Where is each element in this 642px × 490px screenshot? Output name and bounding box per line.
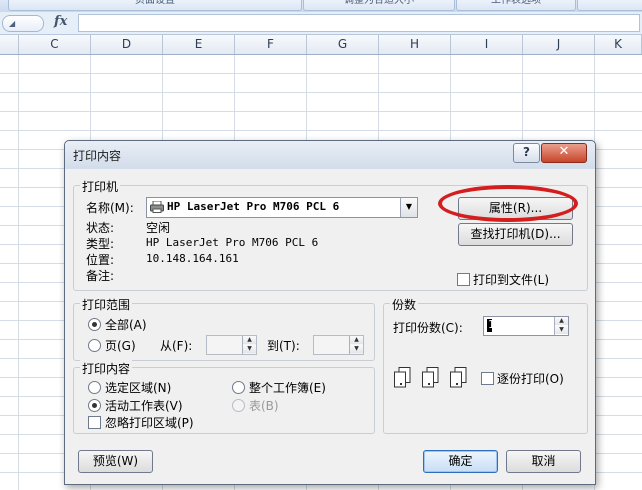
print-to-file-label[interactable]: 打印到文件(L) — [473, 271, 549, 288]
column-header-e[interactable]: E — [163, 35, 235, 54]
column-header-k[interactable]: K — [595, 35, 642, 54]
formula-bar: ◢ fx — [0, 12, 642, 35]
printer-name-select[interactable]: HP LaserJet Pro M706 PCL 6 ▼ — [146, 197, 418, 218]
selection-radio[interactable] — [88, 381, 101, 394]
printer-name-label: 名称(M): — [86, 201, 134, 215]
column-header-blank[interactable] — [0, 35, 19, 54]
range-pages-radio[interactable] — [88, 339, 101, 352]
chevron-down-icon[interactable]: ▼ — [350, 345, 363, 353]
copies-label: 打印份数(C): — [393, 321, 463, 335]
ok-button[interactable]: 确定 — [423, 450, 498, 473]
collate-label[interactable]: 逐份打印(O) — [497, 370, 564, 387]
copies-group-label: 份数 — [390, 296, 419, 313]
range-all-label[interactable]: 全部(A) — [105, 316, 147, 333]
range-from-label: 从(F): — [160, 339, 193, 353]
range-from-stepper[interactable]: ▲ ▼ — [206, 335, 257, 355]
table-label: 表(B) — [249, 399, 279, 413]
column-header-j[interactable]: J — [523, 35, 595, 54]
highlight-oval — [438, 185, 578, 222]
preview-button[interactable]: 预览(W) — [78, 450, 153, 473]
cancel-button[interactable]: 取消 — [506, 450, 581, 473]
printer-where-label: 位置: — [86, 253, 115, 267]
printer-group-label: 打印机 — [80, 178, 121, 195]
printer-status-value: 空闲 — [146, 221, 171, 235]
collate-page-icon — [394, 367, 411, 388]
ribbon-button-sheet-options[interactable]: 工作表选项 — [456, 0, 576, 11]
column-header-d[interactable]: D — [91, 35, 163, 54]
chevron-down-icon[interactable]: ▼ — [400, 198, 417, 217]
table-radio — [232, 399, 245, 412]
dialog-title: 打印内容 — [73, 149, 122, 163]
print-range-label: 打印范围 — [80, 296, 133, 313]
copies-group: 份数 打印份数(C): 1 ▲ ▼ 逐份打印(O) — [383, 296, 588, 434]
find-printer-button[interactable]: 查找打印机(D)... — [458, 223, 573, 246]
chevron-up-icon[interactable]: ▲ — [350, 336, 363, 344]
help-button[interactable]: ? — [513, 143, 540, 163]
range-to-stepper[interactable]: ▲ ▼ — [313, 335, 364, 355]
range-to-label: 到(T): — [267, 339, 300, 353]
printer-comment-label: 备注: — [86, 269, 115, 283]
printer-name-value: HP LaserJet Pro M706 PCL 6 — [167, 200, 340, 213]
fx-icon[interactable]: fx — [54, 14, 67, 29]
chevron-up-icon[interactable]: ▲ — [243, 336, 256, 344]
active-sheets-label[interactable]: 活动工作表(V) — [105, 397, 183, 414]
chevron-down-icon[interactable]: ▼ — [555, 326, 568, 334]
chevron-down-icon[interactable]: ▼ — [243, 345, 256, 353]
column-header-row: C D E F G H I J K — [0, 35, 642, 55]
print-range-group: 打印范围 全部(A) 页(G) 从(F): ▲ ▼ 到(T): ▲ ▼ — [73, 296, 375, 361]
dialog-titlebar[interactable]: 打印内容 ? ✕ — [65, 141, 595, 169]
ribbon-button-page-setup[interactable]: 页面设置 — [8, 0, 302, 11]
chevron-down-icon: ◢ — [9, 19, 16, 28]
printer-type-value: HP LaserJet Pro M706 PCL 6 — [146, 236, 319, 249]
ignore-print-area-label[interactable]: 忽略打印区域(P) — [105, 414, 194, 431]
copies-value: 1 — [488, 318, 495, 331]
column-header-c[interactable]: C — [19, 35, 91, 54]
entire-workbook-radio[interactable] — [232, 381, 245, 394]
entire-workbook-label[interactable]: 整个工作簿(E) — [249, 379, 326, 396]
printer-where-value: 10.148.164.161 — [146, 252, 239, 265]
print-to-file-checkbox[interactable] — [457, 273, 470, 286]
grid-line — [18, 55, 19, 490]
column-header-i[interactable]: I — [451, 35, 523, 54]
copies-stepper[interactable]: 1 ▲ ▼ — [483, 316, 569, 336]
ribbon-button-scale-to-fit[interactable]: 调整为合适大小 — [303, 0, 455, 11]
column-header-h[interactable]: H — [379, 35, 451, 54]
collate-page-icon — [450, 367, 467, 388]
printer-status-label: 状态: — [86, 221, 115, 235]
formula-input[interactable] — [78, 14, 640, 32]
column-header-g[interactable]: G — [307, 35, 379, 54]
selection-label[interactable]: 选定区域(N) — [105, 379, 171, 396]
close-button[interactable]: ✕ — [541, 143, 587, 163]
ignore-print-area-checkbox[interactable] — [88, 416, 101, 429]
chevron-up-icon[interactable]: ▲ — [555, 317, 568, 325]
collate-page-icon — [422, 367, 439, 388]
active-sheets-radio[interactable] — [88, 399, 101, 412]
printer-type-label: 类型: — [86, 237, 115, 251]
print-content-label: 打印内容 — [80, 360, 133, 377]
printer-icon — [150, 201, 164, 213]
collate-checkbox[interactable] — [481, 372, 494, 385]
name-box[interactable]: ◢ — [2, 15, 44, 32]
print-dialog: 打印内容 ? ✕ 打印机 名称(M): HP LaserJet Pro M706… — [64, 140, 596, 485]
range-all-radio[interactable] — [88, 318, 101, 331]
range-pages-label[interactable]: 页(G) — [105, 337, 136, 354]
ribbon-button-extra[interactable] — [577, 0, 642, 11]
column-header-f[interactable]: F — [235, 35, 307, 54]
print-content-group: 打印内容 选定区域(N) 整个工作簿(E) 活动工作表(V) 表(B) 忽略打印… — [73, 360, 375, 434]
